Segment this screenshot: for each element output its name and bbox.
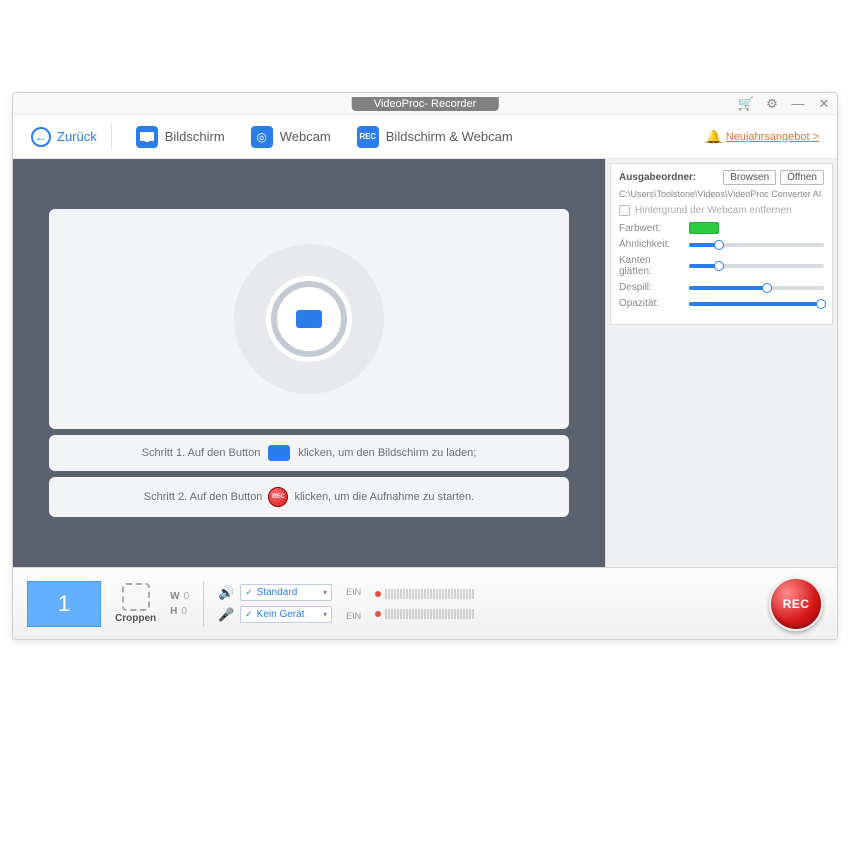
preview-card[interactable] [49, 209, 569, 429]
promo-label: Neujahrsangebot > [726, 131, 819, 143]
webcam-icon: ◎ [251, 126, 273, 148]
checkbox-icon [619, 205, 630, 216]
main-area: Schritt 1. Auf den Button klicken, um de… [13, 159, 837, 567]
separator [111, 124, 112, 150]
edges-slider[interactable]: Kanten glätten: [619, 255, 824, 277]
mode-both-label: Bildschirm & Webcam [386, 129, 513, 144]
back-arrow-icon: ← [31, 127, 51, 147]
dimensions-display: W0 H0 [170, 591, 189, 617]
separator [203, 581, 204, 627]
opacity-slider[interactable]: Opazität: [619, 298, 824, 309]
screen-icon [268, 445, 290, 461]
despill-slider[interactable]: Despill: [619, 282, 824, 293]
browse-button[interactable]: Browsen [723, 170, 776, 185]
screen-webcam-icon: REC [357, 126, 379, 148]
back-label: Zurück [57, 129, 97, 144]
titlebar: VideoProc- Recorder 🛒 ⚙ — ✕ [13, 93, 837, 115]
open-button[interactable]: Öffnen [780, 170, 824, 185]
speaker-icon: 🔊 [218, 585, 234, 601]
close-icon[interactable]: ✕ [817, 97, 831, 111]
side-panel: Ausgabeordner: Browsen Öffnen C:\Users\T… [605, 159, 837, 567]
speaker-meter [375, 589, 474, 599]
minimize-icon[interactable]: — [791, 97, 805, 111]
crop-button[interactable]: Croppen [115, 583, 156, 624]
screen-icon [136, 126, 158, 148]
similarity-slider[interactable]: Ähnlichkeit: [619, 239, 824, 250]
bottom-bar: 1 Croppen W0 H0 🔊 ✓Standard▾ 🎤 ✓Kein Ger… [13, 567, 837, 639]
remove-bg-checkbox[interactable]: Hintergrund der Webcam entfernen [619, 205, 824, 216]
cart-icon[interactable]: 🛒 [739, 97, 753, 111]
mic-select[interactable]: ✓Kein Gerät▾ [240, 606, 332, 623]
step-1-hint: Schritt 1. Auf den Button klicken, um de… [49, 435, 569, 471]
microphone-icon: 🎤 [218, 607, 234, 623]
back-button[interactable]: ← Zurück [31, 127, 97, 147]
output-path: C:\Users\Toolstone\Videos\VideoProc Conv… [619, 189, 824, 199]
preview-area: Schritt 1. Auf den Button klicken, um de… [13, 159, 605, 567]
speaker-select[interactable]: ✓Standard▾ [240, 584, 332, 601]
mic-meter [375, 609, 474, 619]
mode-screen[interactable]: Bildschirm [126, 122, 235, 152]
color-swatch[interactable] [689, 222, 719, 234]
mode-webcam[interactable]: ◎ Webcam [241, 122, 341, 152]
step-2-hint: Schritt 2. Auf den Button REC klicken, u… [49, 477, 569, 517]
mode-both[interactable]: REC Bildschirm & Webcam [347, 122, 523, 152]
mode-screen-label: Bildschirm [165, 129, 225, 144]
gear-icon[interactable]: ⚙ [765, 97, 779, 111]
promo-link[interactable]: 🔔 Neujahrsangebot > [706, 129, 819, 145]
crop-icon [122, 583, 150, 611]
app-window: VideoProc- Recorder 🛒 ⚙ — ✕ ← Zurück Bil… [12, 92, 838, 640]
ein-labels: EIN EIN [346, 587, 361, 621]
bell-icon: 🔔 [706, 129, 722, 145]
window-title: VideoProc- Recorder [352, 97, 499, 111]
source-thumbnail[interactable]: 1 [27, 581, 101, 627]
output-folder-label: Ausgabeordner: [619, 172, 696, 183]
record-button[interactable]: REC [769, 577, 823, 631]
camera-icon [296, 310, 322, 328]
preview-ring [234, 244, 384, 394]
mode-webcam-label: Webcam [280, 129, 331, 144]
color-row: Farbwert: [619, 222, 824, 234]
toolbar: ← Zurück Bildschirm ◎ Webcam REC Bildsch… [13, 115, 837, 159]
rec-mini-icon: REC [268, 487, 288, 507]
